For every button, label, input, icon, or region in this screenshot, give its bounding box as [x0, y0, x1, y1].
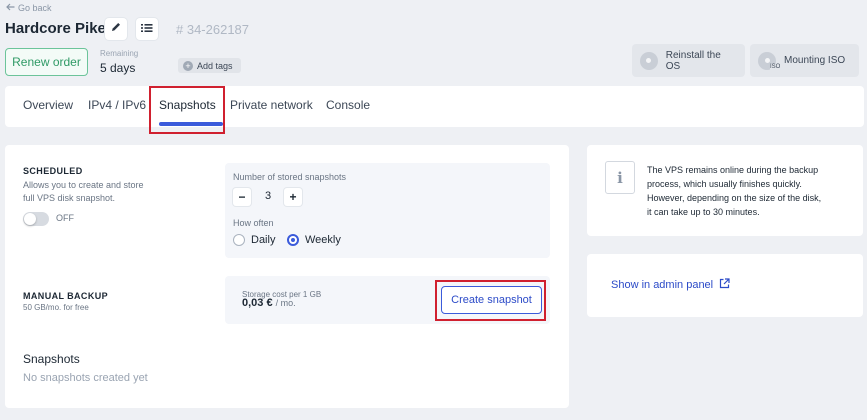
- page-title: Hardcore Pike: [5, 20, 106, 37]
- tab-bar: Overview IPv4 / IPv6 Snapshots Private n…: [5, 86, 864, 127]
- stored-snapshots-value: 3: [264, 190, 272, 202]
- list-icon: [141, 20, 153, 38]
- mounting-label: Mounting ISO: [784, 55, 846, 66]
- radio-daily-label: Daily: [251, 234, 276, 246]
- decrement-button[interactable]: −: [233, 188, 251, 206]
- snapshots-title: Snapshots: [23, 352, 80, 366]
- reinstall-label: Reinstall the OS: [665, 49, 721, 72]
- storage-cost-value: 0,03 €: [242, 297, 273, 309]
- show-admin-panel-label: Show in admin panel: [611, 279, 714, 291]
- radio-daily-circle: [233, 234, 245, 246]
- scheduled-title: SCHEDULED: [23, 166, 83, 176]
- increment-button[interactable]: +: [284, 188, 302, 206]
- storage-cost: 0,03 € / mo.: [242, 297, 296, 309]
- show-admin-panel-link[interactable]: Show in admin panel: [611, 278, 730, 292]
- external-link-icon: [719, 278, 730, 292]
- plus-circle-icon: +: [183, 60, 193, 71]
- order-id: # 34-262187: [176, 22, 250, 37]
- go-back-link[interactable]: Go back: [6, 3, 52, 13]
- toggle-state-label: OFF: [56, 213, 74, 223]
- manual-backup-title: MANUAL BACKUP: [23, 291, 109, 301]
- remaining-label: Remaining: [100, 49, 139, 58]
- storage-cost-unit: / mo.: [275, 298, 296, 308]
- iso-badge: ISO: [770, 64, 781, 70]
- list-menu-button[interactable]: [136, 18, 158, 40]
- info-text: The VPS remains online during the backup…: [647, 165, 822, 217]
- tab-console[interactable]: Console: [326, 98, 370, 112]
- mounting-iso-button[interactable]: Mounting ISO: [750, 44, 859, 77]
- radio-weekly[interactable]: Weekly: [287, 234, 341, 246]
- add-tags-label: Add tags: [197, 60, 233, 71]
- tab-private-network[interactable]: Private network: [230, 98, 313, 112]
- go-back-label: Go back: [18, 3, 52, 13]
- arrow-left-icon: [6, 3, 15, 13]
- stored-snapshots-label: Number of stored snapshots: [233, 172, 347, 182]
- edit-name-button[interactable]: [105, 18, 127, 40]
- how-often-label: How often: [233, 218, 274, 228]
- tab-highlight-frame: [149, 86, 225, 134]
- radio-weekly-circle: [287, 234, 299, 246]
- add-tags-button[interactable]: + Add tags: [178, 58, 241, 73]
- disc-icon: [640, 51, 658, 70]
- tab-overview[interactable]: Overview: [23, 98, 73, 112]
- renew-order-button[interactable]: Renew order: [5, 48, 88, 76]
- remaining-value: 5 days: [100, 61, 136, 75]
- reinstall-os-button[interactable]: Reinstall the OS: [632, 44, 745, 77]
- tab-ipv4-ipv6[interactable]: IPv4 / IPv6: [88, 98, 146, 112]
- scheduled-toggle[interactable]: [23, 212, 49, 226]
- info-icon: i: [605, 161, 635, 194]
- scheduled-description: Allows you to create and store full VPS …: [23, 180, 144, 203]
- radio-weekly-label: Weekly: [305, 234, 341, 246]
- snapshots-empty-text: No snapshots created yet: [23, 372, 148, 384]
- create-snapshot-highlight-frame: [435, 280, 546, 321]
- manual-backup-subtitle: 50 GB/mo. for free: [23, 303, 89, 312]
- radio-daily[interactable]: Daily: [233, 234, 275, 246]
- pencil-icon: [110, 20, 122, 38]
